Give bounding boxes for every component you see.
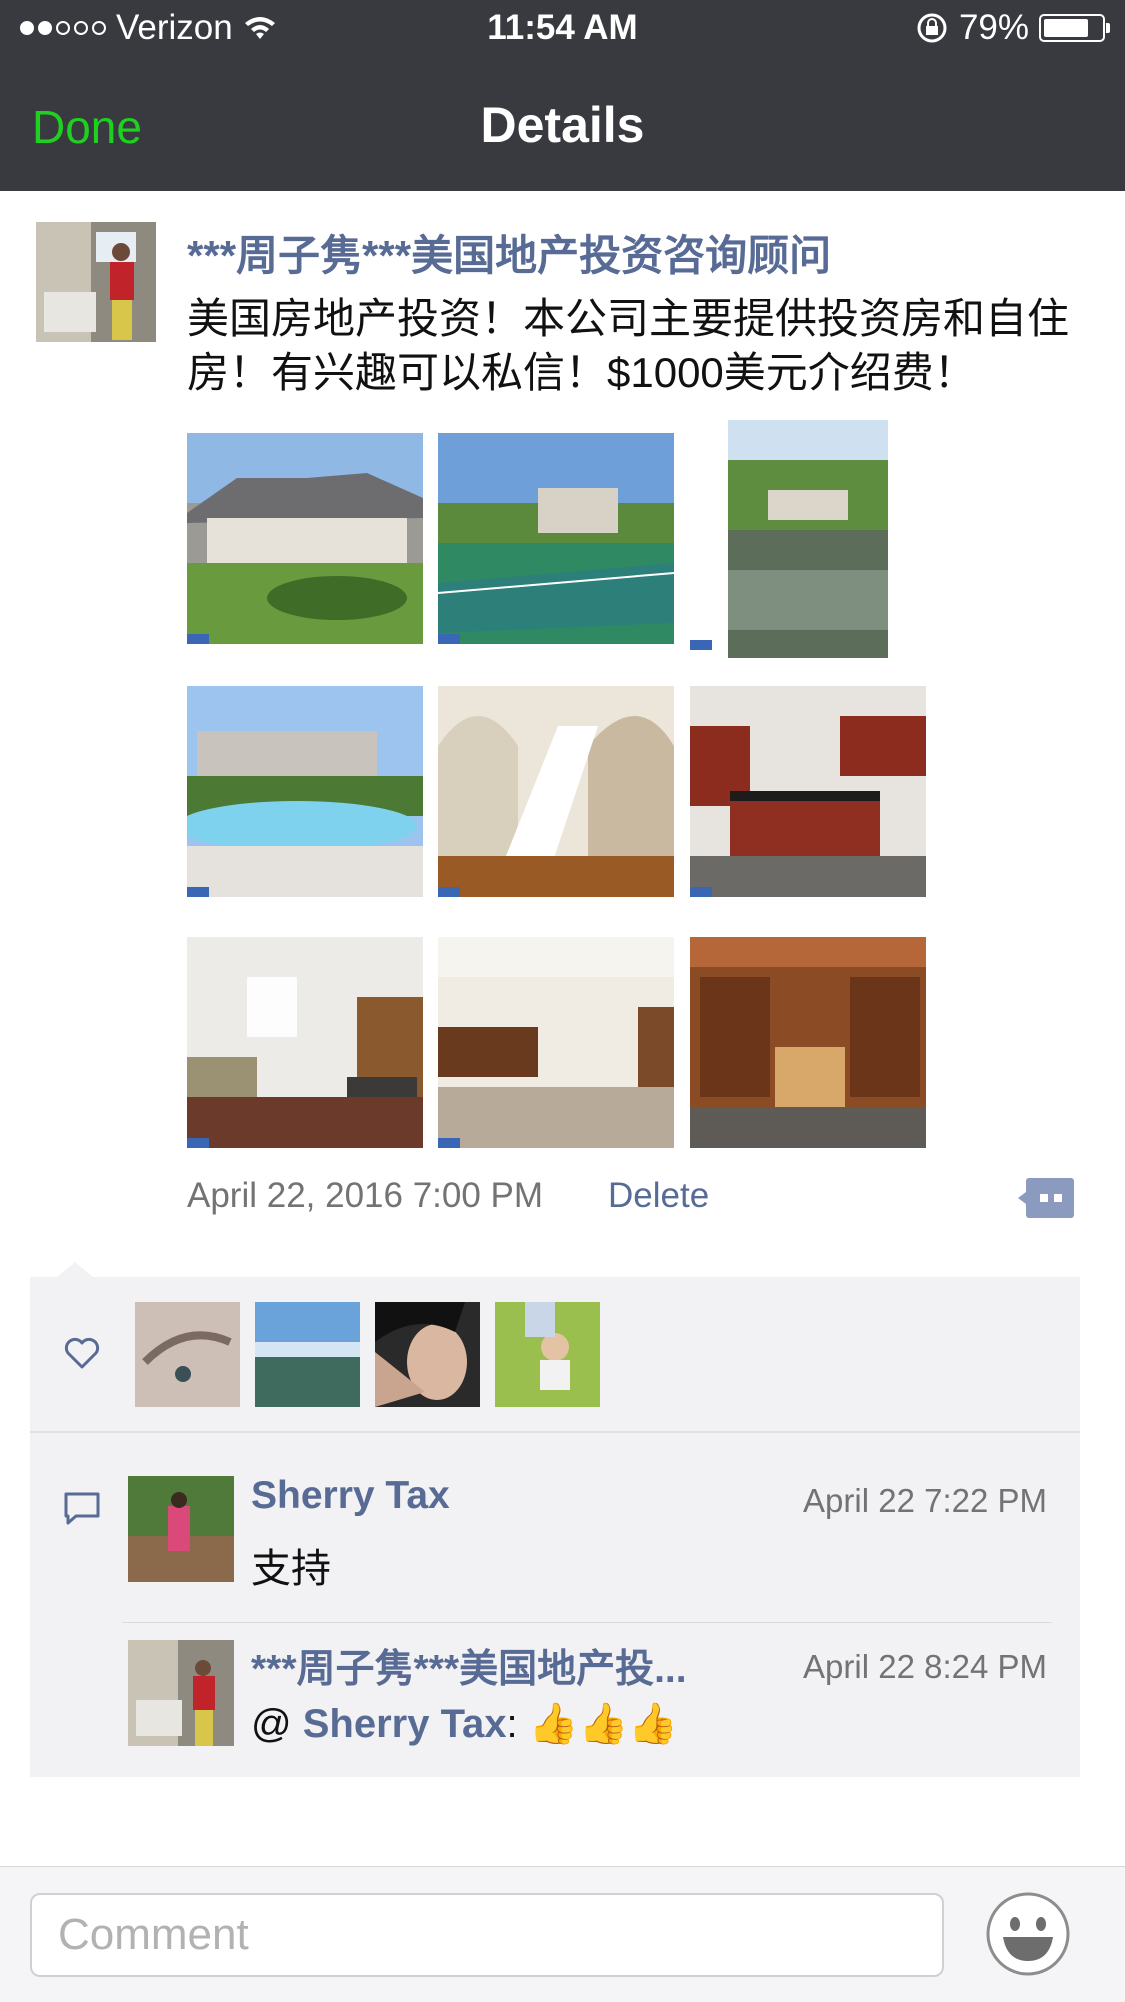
photo-tennis-court[interactable] [438, 433, 674, 644]
thumbs-up-emoji: 👍👍👍 [528, 1702, 679, 1746]
post-text: 美国房地产投资！本公司主要提供投资房和自住房！有兴趣可以私信！$1000美元介绍… [187, 295, 1070, 396]
reply-suffix: : [506, 1702, 529, 1746]
battery-icon [1039, 14, 1110, 42]
commenter-avatar[interactable] [128, 1476, 234, 1582]
reply-mention-prefix: @ [251, 1702, 303, 1746]
reply-mention[interactable]: Sherry Tax [303, 1702, 507, 1746]
reply-text: @ Sherry Tax: 👍👍👍 [251, 1700, 678, 1747]
smiley-face-icon[interactable] [985, 1891, 1071, 1977]
commenter-avatar[interactable] [128, 1640, 234, 1746]
battery-level [1044, 19, 1089, 37]
liker-avatar-2[interactable] [255, 1302, 360, 1407]
liker-avatar-1[interactable] [135, 1302, 240, 1407]
reply-author[interactable]: ***周子隽***美国地产投... [251, 1638, 687, 1694]
navigation-bar: Verizon 11:54 AM 79% Done Details [0, 0, 1125, 191]
page-title: Details [480, 97, 645, 153]
photo-swimming-pool[interactable] [187, 686, 423, 897]
photo-pond-view[interactable] [728, 420, 888, 658]
post-author-name[interactable]: ***周子隽***美国地产投资咨询顾问 [187, 222, 831, 283]
comment-bubble-icon [64, 1492, 100, 1525]
photo-badge [690, 640, 712, 650]
comment-divider [122, 1622, 1052, 1623]
comment-author[interactable]: Sherry Tax [251, 1474, 450, 1518]
author-avatar[interactable] [36, 222, 156, 342]
comment-menu-icon[interactable] [1018, 1178, 1074, 1218]
box-pointer [56, 1262, 94, 1278]
photo-house-exterior[interactable] [187, 433, 423, 644]
battery-percent: 79% [958, 8, 1029, 47]
photo-basement-bar[interactable] [438, 937, 674, 1148]
heart-icon [64, 1337, 100, 1369]
likes-comments-divider [30, 1431, 1080, 1433]
liker-avatar-3[interactable] [375, 1302, 480, 1407]
rotation-lock-icon [917, 13, 947, 43]
comment-text: 支持 [251, 1547, 331, 1591]
photo-kitchen[interactable] [690, 686, 926, 897]
photo-staircase[interactable] [438, 686, 674, 897]
comment-time: April 22 7:22 PM [803, 1482, 1047, 1519]
delete-button[interactable]: Delete [608, 1176, 709, 1216]
status-bar: Verizon 11:54 AM 79% [0, 0, 1125, 62]
liker-avatar-4[interactable] [495, 1302, 600, 1407]
post-timestamp: April 22, 2016 7:00 PM [187, 1176, 544, 1215]
photo-living-room[interactable] [187, 937, 423, 1148]
comment-input[interactable] [30, 1893, 944, 1977]
reply-time: April 22 8:24 PM [803, 1648, 1047, 1685]
photo-wine-cellar[interactable] [690, 937, 926, 1148]
